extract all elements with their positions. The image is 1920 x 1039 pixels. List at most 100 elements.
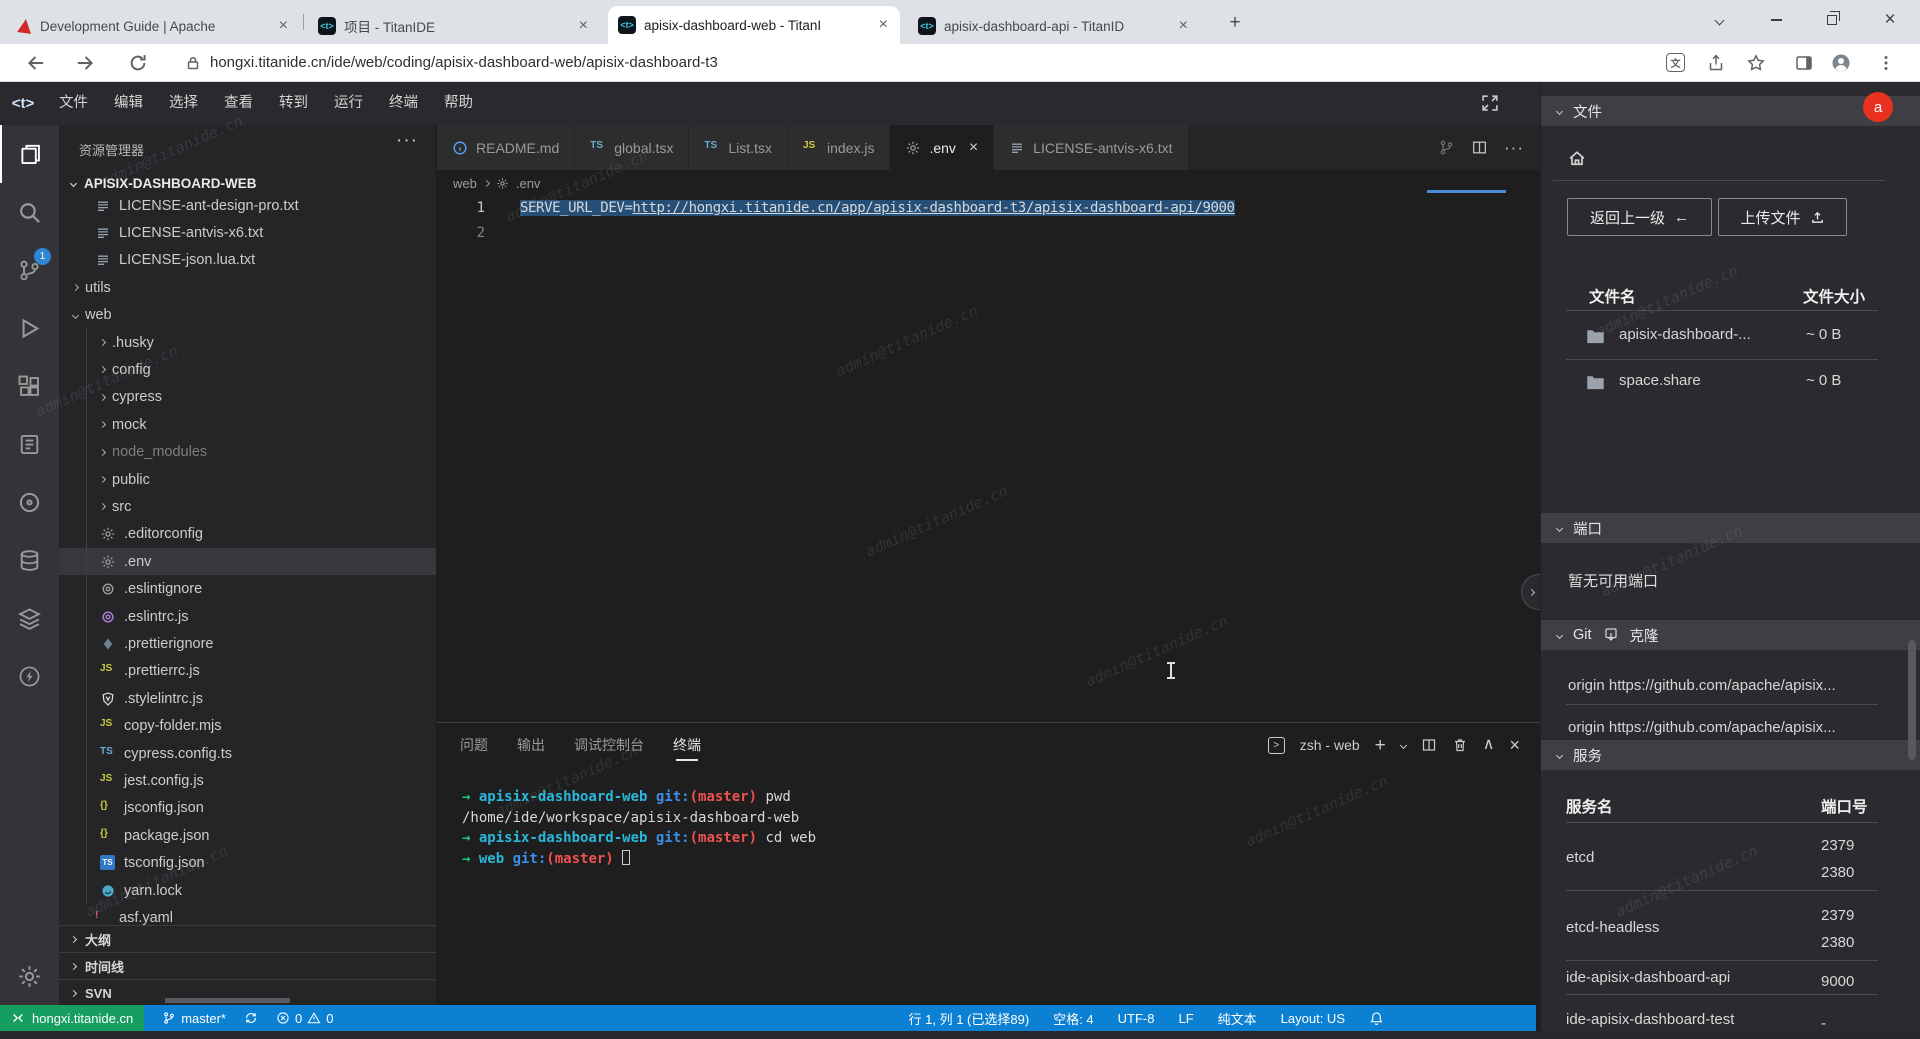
- menubar-item[interactable]: 运行: [321, 82, 376, 125]
- tree-item[interactable]: cypress: [59, 384, 436, 411]
- terminal-dropdown-icon[interactable]: [1400, 741, 1407, 748]
- window-minimize-button[interactable]: [1754, 0, 1798, 40]
- tree-item[interactable]: TStsconfig.json: [59, 850, 436, 877]
- browser-tab[interactable]: <t>项目 - TitanIDE×: [308, 9, 600, 43]
- back-icon[interactable]: [25, 52, 47, 74]
- tree-item[interactable]: utils: [59, 274, 436, 301]
- tab-close-icon[interactable]: ×: [277, 18, 290, 34]
- tree-item[interactable]: .stylelintrc.js: [59, 685, 436, 712]
- profile-avatar-icon[interactable]: [1831, 53, 1851, 73]
- window-close-button[interactable]: ×: [1868, 0, 1912, 40]
- tree-item[interactable]: LICENSE-json.lua.txt: [59, 247, 436, 274]
- statusbar-item[interactable]: 纯文本: [1218, 1009, 1257, 1028]
- sidebar-section-1[interactable]: 时间线: [59, 952, 436, 979]
- activitybar-run-debug[interactable]: [0, 299, 59, 357]
- editor-tab[interactable]: LICENSE-antvis-x6.txt: [994, 125, 1188, 170]
- activitybar-files[interactable]: [0, 125, 59, 183]
- maximize-panel-icon[interactable]: ∧: [1483, 737, 1495, 753]
- split-terminal-icon[interactable]: [1421, 737, 1437, 753]
- tree-item[interactable]: public: [59, 466, 436, 493]
- menubar-item[interactable]: 查看: [211, 82, 266, 125]
- section-services-header[interactable]: 服务: [1541, 740, 1920, 770]
- menubar-item[interactable]: 文件: [46, 82, 101, 125]
- explorer-more-icon[interactable]: ···: [396, 130, 418, 152]
- bookmark-star-icon[interactable]: [1746, 53, 1766, 73]
- activitybar-layers[interactable]: [0, 589, 59, 647]
- share-icon[interactable]: [1706, 53, 1726, 73]
- remote-indicator[interactable]: hongxi.titanide.cn: [0, 1005, 144, 1031]
- file-row-name[interactable]: space.share: [1619, 372, 1701, 389]
- tab-search-chevron-icon[interactable]: [1697, 0, 1741, 40]
- home-icon[interactable]: [1567, 148, 1587, 168]
- side-panel-icon[interactable]: [1794, 53, 1814, 73]
- tree-item[interactable]: {}jsconfig.json: [59, 795, 436, 822]
- tab-close-icon[interactable]: ×: [1177, 18, 1190, 34]
- browser-tab[interactable]: <t>apisix-dashboard-web - TitanI×: [608, 6, 900, 44]
- menubar-item[interactable]: 帮助: [431, 82, 486, 125]
- activitybar-database[interactable]: [0, 531, 59, 589]
- close-panel-icon[interactable]: ×: [1509, 736, 1520, 754]
- tree-item[interactable]: LICENSE-antvis-x6.txt: [59, 219, 436, 246]
- activitybar-search[interactable]: [0, 183, 59, 241]
- explorer-hscrollbar[interactable]: [165, 998, 290, 1003]
- tab-close-icon[interactable]: ×: [577, 18, 590, 34]
- editor-tab[interactable]: JSindex.js: [788, 125, 890, 170]
- translate-icon[interactable]: 文: [1666, 53, 1685, 72]
- git-clone-label[interactable]: 克隆: [1630, 625, 1659, 646]
- activitybar-extensions[interactable]: [0, 357, 59, 415]
- tree-item[interactable]: JS.prettierrc.js: [59, 658, 436, 685]
- forward-icon[interactable]: [74, 52, 96, 74]
- breadcrumb-file[interactable]: .env: [516, 176, 541, 191]
- git-clone-icon[interactable]: [1603, 627, 1619, 643]
- tree-item[interactable]: mock: [59, 411, 436, 438]
- terminal-tab[interactable]: 输出: [517, 723, 545, 767]
- panel-scrollbar[interactable]: [1908, 640, 1916, 760]
- browser-tab[interactable]: <t>apisix-dashboard-api - TitanID×: [908, 9, 1200, 43]
- tree-item[interactable]: JSjest.config.js: [59, 767, 436, 794]
- editor-tab[interactable]: README.md: [437, 125, 575, 170]
- activitybar-notebook[interactable]: [0, 415, 59, 473]
- new-terminal-icon[interactable]: +: [1375, 736, 1386, 755]
- statusbar-item[interactable]: UTF-8: [1118, 1011, 1155, 1026]
- browser-menu-icon[interactable]: [1876, 53, 1896, 73]
- editor-more-actions-icon[interactable]: ···: [1504, 138, 1524, 158]
- tab-close-icon[interactable]: ×: [969, 139, 978, 157]
- activitybar-zap[interactable]: [0, 647, 59, 705]
- bell-icon[interactable]: [1369, 1011, 1384, 1026]
- tree-item[interactable]: src: [59, 493, 436, 520]
- lock-icon[interactable]: [185, 55, 201, 71]
- panel-expand-handle[interactable]: [1521, 574, 1540, 610]
- tree-item[interactable]: config: [59, 356, 436, 383]
- statusbar-item[interactable]: 行 1, 列 1 (已选择89): [909, 1009, 1030, 1028]
- menubar-item[interactable]: 终端: [376, 82, 431, 125]
- avatar[interactable]: a: [1863, 92, 1893, 122]
- git-remote-item[interactable]: origin https://github.com/apache/apisix.…: [1568, 719, 1888, 736]
- tree-item[interactable]: {}package.json: [59, 822, 436, 849]
- window-restore-button[interactable]: [1810, 0, 1854, 40]
- activitybar-plugin-circle[interactable]: [0, 473, 59, 531]
- url-field[interactable]: hongxi.titanide.cn/ide/web/coding/apisix…: [210, 44, 718, 81]
- statusbar-item[interactable]: LF: [1178, 1011, 1193, 1026]
- activitybar-gear[interactable]: [0, 947, 59, 1005]
- terminal-shell-label[interactable]: zsh - web: [1300, 737, 1360, 753]
- tree-item[interactable]: .husky: [59, 329, 436, 356]
- tree-item[interactable]: web: [59, 302, 436, 329]
- back-parent-button[interactable]: 返回上一级←: [1567, 198, 1712, 236]
- terminal-output[interactable]: → apisix-dashboard-web git:(master) pwd/…: [462, 787, 816, 869]
- sidebar-section-0[interactable]: 大纲: [59, 925, 436, 952]
- tree-item[interactable]: .eslintrc.js: [59, 603, 436, 630]
- editor-tab[interactable]: TSList.tsx: [689, 125, 788, 170]
- git-remote-item[interactable]: origin https://github.com/apache/apisix.…: [1568, 677, 1888, 694]
- terminal-tab[interactable]: 问题: [460, 723, 488, 767]
- tree-item[interactable]: yarn.lock: [59, 877, 436, 904]
- git-branch-status[interactable]: master*: [162, 1011, 226, 1026]
- problems-status[interactable]: 0 0: [276, 1011, 333, 1026]
- new-tab-button[interactable]: +: [1222, 10, 1248, 36]
- breadcrumb-folder[interactable]: web: [453, 176, 477, 191]
- statusbar-item[interactable]: 空格: 4: [1053, 1009, 1093, 1028]
- upload-file-button[interactable]: 上传文件: [1718, 198, 1847, 236]
- tree-item[interactable]: JScopy-folder.mjs: [59, 713, 436, 740]
- tree-item[interactable]: .eslintignore: [59, 576, 436, 603]
- service-row[interactable]: etcd-headless23792380: [1541, 900, 1920, 958]
- editor-tab[interactable]: .env×: [890, 125, 994, 170]
